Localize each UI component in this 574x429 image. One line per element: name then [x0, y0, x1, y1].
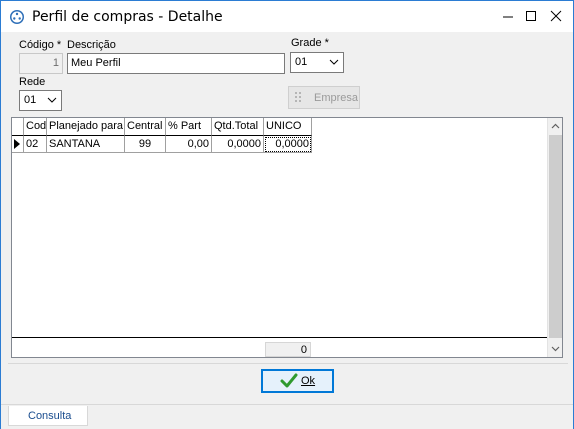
ok-button-label: Ok	[301, 375, 316, 387]
current-row-arrow-icon	[14, 139, 20, 149]
column-header-part[interactable]: % Part	[166, 118, 212, 136]
chevron-down-icon[interactable]	[46, 94, 58, 106]
app-icon	[10, 10, 24, 24]
tab-consulta[interactable]: Consulta	[8, 406, 88, 426]
scroll-up-icon[interactable]	[551, 122, 560, 131]
grade-select[interactable]: 01	[290, 52, 344, 73]
rede-label: Rede	[19, 76, 46, 88]
column-header-cod[interactable]: Cod	[24, 118, 47, 136]
scrollbar-thumb[interactable]	[549, 135, 562, 338]
rede-select[interactable]: 01	[19, 90, 62, 111]
cell-planejado[interactable]: SANTANA	[47, 136, 125, 153]
empresa-button[interactable]: Empresa	[288, 86, 360, 109]
cell-central[interactable]: 99	[125, 136, 166, 153]
grid-footer-total: 0	[265, 342, 311, 357]
column-header-planejado[interactable]: Planejado para	[47, 118, 125, 136]
main-window: Perfil de compras - Detalhe Código * 1 D…	[0, 0, 574, 429]
data-grid[interactable]: Cod Planejado para Central % Part Qtd.To…	[11, 117, 563, 358]
title-bar: Perfil de compras - Detalhe	[1, 1, 573, 32]
cell-part[interactable]: 0,00	[166, 136, 212, 153]
column-header-qtd-total[interactable]: Qtd.Total	[212, 118, 264, 136]
divider	[8, 363, 568, 364]
grade-label: Grade *	[291, 37, 329, 49]
grid-footer-divider	[12, 337, 547, 338]
column-header-unico[interactable]: UNICO	[264, 118, 312, 136]
rede-value: 01	[24, 94, 37, 106]
status-bar: Consulta	[1, 404, 573, 429]
ok-button[interactable]: Ok	[261, 369, 334, 393]
table-row[interactable]: 02 SANTANA 99 0,00 0,0000 0,0000	[12, 136, 312, 153]
codigo-field: 1	[19, 53, 63, 74]
cell-cod[interactable]: 02	[24, 136, 47, 153]
scroll-down-icon[interactable]	[551, 344, 560, 353]
empresa-button-label: Empresa	[314, 92, 359, 104]
header-indicator	[12, 118, 24, 136]
cell-unico[interactable]: 0,0000	[264, 136, 312, 153]
row-indicator	[12, 136, 24, 153]
grade-value: 01	[295, 56, 308, 68]
grip-icon	[295, 92, 301, 102]
column-header-central[interactable]: Central	[125, 118, 166, 136]
vertical-scrollbar[interactable]	[547, 118, 562, 357]
descricao-field[interactable]: Meu Perfil	[67, 53, 285, 74]
grid-header: Cod Planejado para Central % Part Qtd.To…	[12, 118, 312, 136]
close-icon[interactable]	[539, 1, 573, 32]
descricao-label: Descrição	[67, 39, 116, 51]
codigo-label: Código *	[19, 39, 62, 51]
cell-qtd-total[interactable]: 0,0000	[212, 136, 264, 153]
window-title: Perfil de compras - Detalhe	[32, 9, 223, 25]
checkmark-icon	[280, 373, 298, 388]
chevron-down-icon[interactable]	[328, 56, 340, 68]
